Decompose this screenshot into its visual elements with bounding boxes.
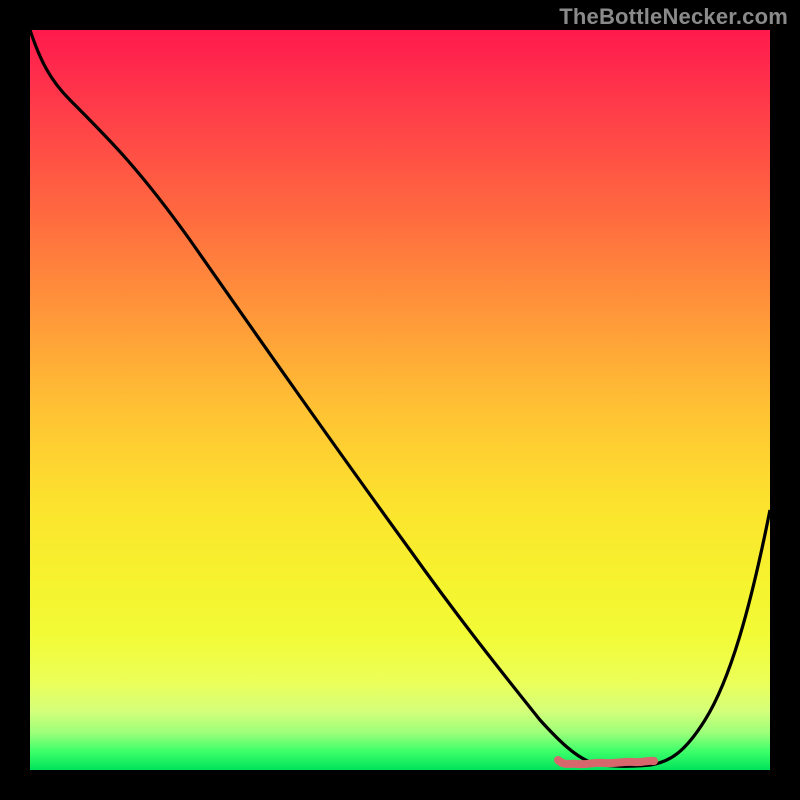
chart-frame: TheBottleNecker.com: [0, 0, 800, 800]
curve-path: [30, 30, 770, 766]
trough-marker: [558, 760, 654, 764]
watermark-text: TheBottleNecker.com: [559, 4, 788, 30]
chart-plot-area: [30, 30, 770, 770]
bottleneck-curve: [30, 30, 770, 770]
